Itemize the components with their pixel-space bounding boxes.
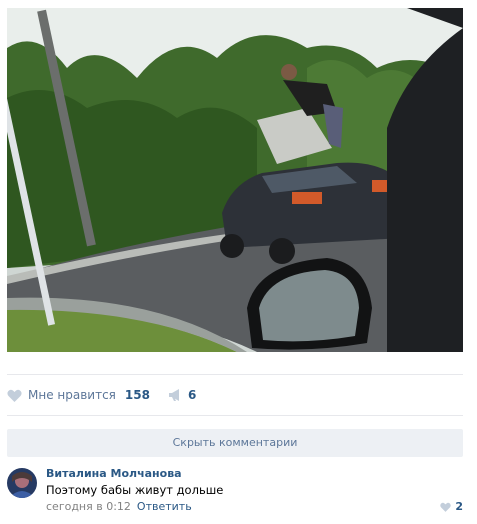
comment-text: Поэтому бабы живут дольше [46,483,224,497]
share-button[interactable]: 6 [168,388,196,402]
megaphone-icon [168,389,179,401]
like-label: Мне нравится [28,388,116,402]
post-photo[interactable] [7,8,463,352]
post-photo-image [7,8,463,352]
share-count: 6 [187,388,197,402]
comment-like-button[interactable]: 2 [440,500,463,513]
avatar[interactable] [7,468,37,498]
avatar-image [7,468,37,498]
comment-like-count: 2 [455,500,463,513]
like-button[interactable]: Мне нравится 158 [7,388,150,402]
like-count: 158 [124,388,150,402]
comment-meta: сегодня в 0:12 Ответить [46,500,192,513]
comment-item: Виталина Молчанова Поэтому бабы живут до… [7,464,463,520]
comment-author[interactable]: Виталина Молчанова [46,467,182,480]
heart-icon [7,389,22,402]
reply-link[interactable]: Ответить [137,500,192,513]
heart-icon [440,502,452,512]
post-actions-bar: Мне нравится 158 6 [7,374,463,416]
comment-time[interactable]: сегодня в 0:12 [46,500,131,513]
hide-comments-button[interactable]: Скрыть комментарии [7,429,463,457]
